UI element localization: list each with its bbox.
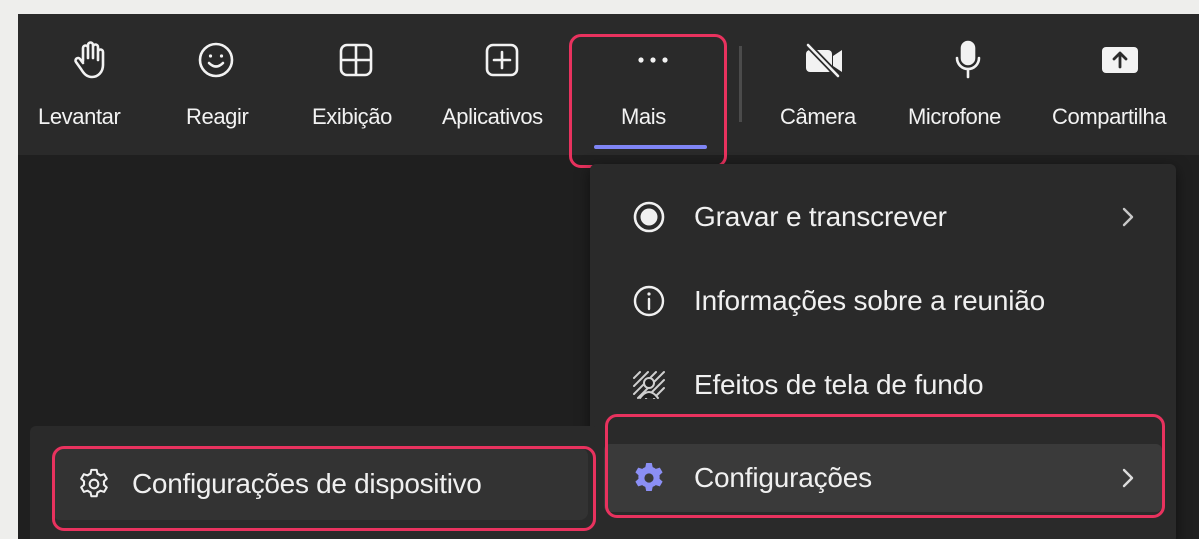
menu-item-settings[interactable]: Configurações bbox=[604, 444, 1162, 512]
more-menu: Gravar e transcrever Informações sobre a… bbox=[590, 164, 1176, 539]
camera-label: Câmera bbox=[780, 104, 856, 129]
more-dots-icon bbox=[633, 40, 673, 80]
meeting-window: Levantar Reagir Exibição Aplicativos Mai… bbox=[18, 14, 1199, 539]
smiley-icon bbox=[196, 40, 236, 80]
menu-item-label: Informações sobre a reunião bbox=[694, 285, 1046, 316]
raise-hand-icon bbox=[70, 40, 110, 80]
raise-hand-label: Levantar bbox=[38, 104, 121, 129]
camera-button[interactable]: Câmera bbox=[772, 14, 882, 155]
share-label: Compartilha bbox=[1052, 104, 1167, 129]
settings-submenu: Configurações de dispositivo bbox=[30, 426, 598, 539]
menu-item-label: Gravar e transcrever bbox=[694, 201, 947, 232]
chevron-right-icon bbox=[1120, 467, 1136, 489]
apps-button[interactable]: Aplicativos bbox=[436, 14, 576, 155]
more-button[interactable]: Mais bbox=[578, 14, 728, 155]
gear-outline-icon bbox=[78, 468, 110, 500]
camera-off-icon bbox=[804, 40, 844, 80]
record-icon bbox=[632, 200, 666, 234]
react-button[interactable]: Reagir bbox=[168, 14, 278, 155]
menu-item-label: Configurações de dispositivo bbox=[132, 468, 482, 499]
menu-item-background-effects[interactable]: Efeitos de tela de fundo bbox=[604, 350, 1162, 420]
share-button[interactable]: Compartilha bbox=[1048, 14, 1199, 155]
react-label: Reagir bbox=[186, 104, 249, 129]
view-button[interactable]: Exibição bbox=[296, 14, 416, 155]
apps-label: Aplicativos bbox=[442, 104, 543, 129]
view-label: Exibição bbox=[312, 104, 392, 129]
add-app-icon bbox=[482, 40, 522, 80]
info-icon bbox=[632, 284, 666, 318]
microphone-icon bbox=[948, 40, 988, 80]
chevron-right-icon bbox=[1120, 206, 1136, 228]
raise-hand-button[interactable]: Levantar bbox=[18, 14, 162, 155]
share-screen-icon bbox=[1100, 40, 1140, 80]
menu-item-device-settings[interactable]: Configurações de dispositivo bbox=[52, 448, 588, 520]
microphone-button[interactable]: Microfone bbox=[902, 14, 1036, 155]
more-label: Mais bbox=[621, 104, 666, 129]
menu-item-meeting-info[interactable]: Informações sobre a reunião bbox=[604, 266, 1162, 336]
menu-item-label: Configurações bbox=[694, 462, 872, 493]
microphone-label: Microfone bbox=[908, 104, 1001, 129]
meeting-toolbar: Levantar Reagir Exibição Aplicativos Mai… bbox=[18, 14, 1199, 155]
menu-item-label: Efeitos de tela de fundo bbox=[694, 369, 984, 400]
gear-icon bbox=[632, 461, 666, 495]
background-effects-icon bbox=[632, 368, 666, 402]
more-active-indicator bbox=[594, 145, 707, 149]
menu-item-record[interactable]: Gravar e transcrever bbox=[604, 182, 1162, 252]
toolbar-divider bbox=[739, 46, 742, 122]
grid-layout-icon bbox=[336, 40, 376, 80]
